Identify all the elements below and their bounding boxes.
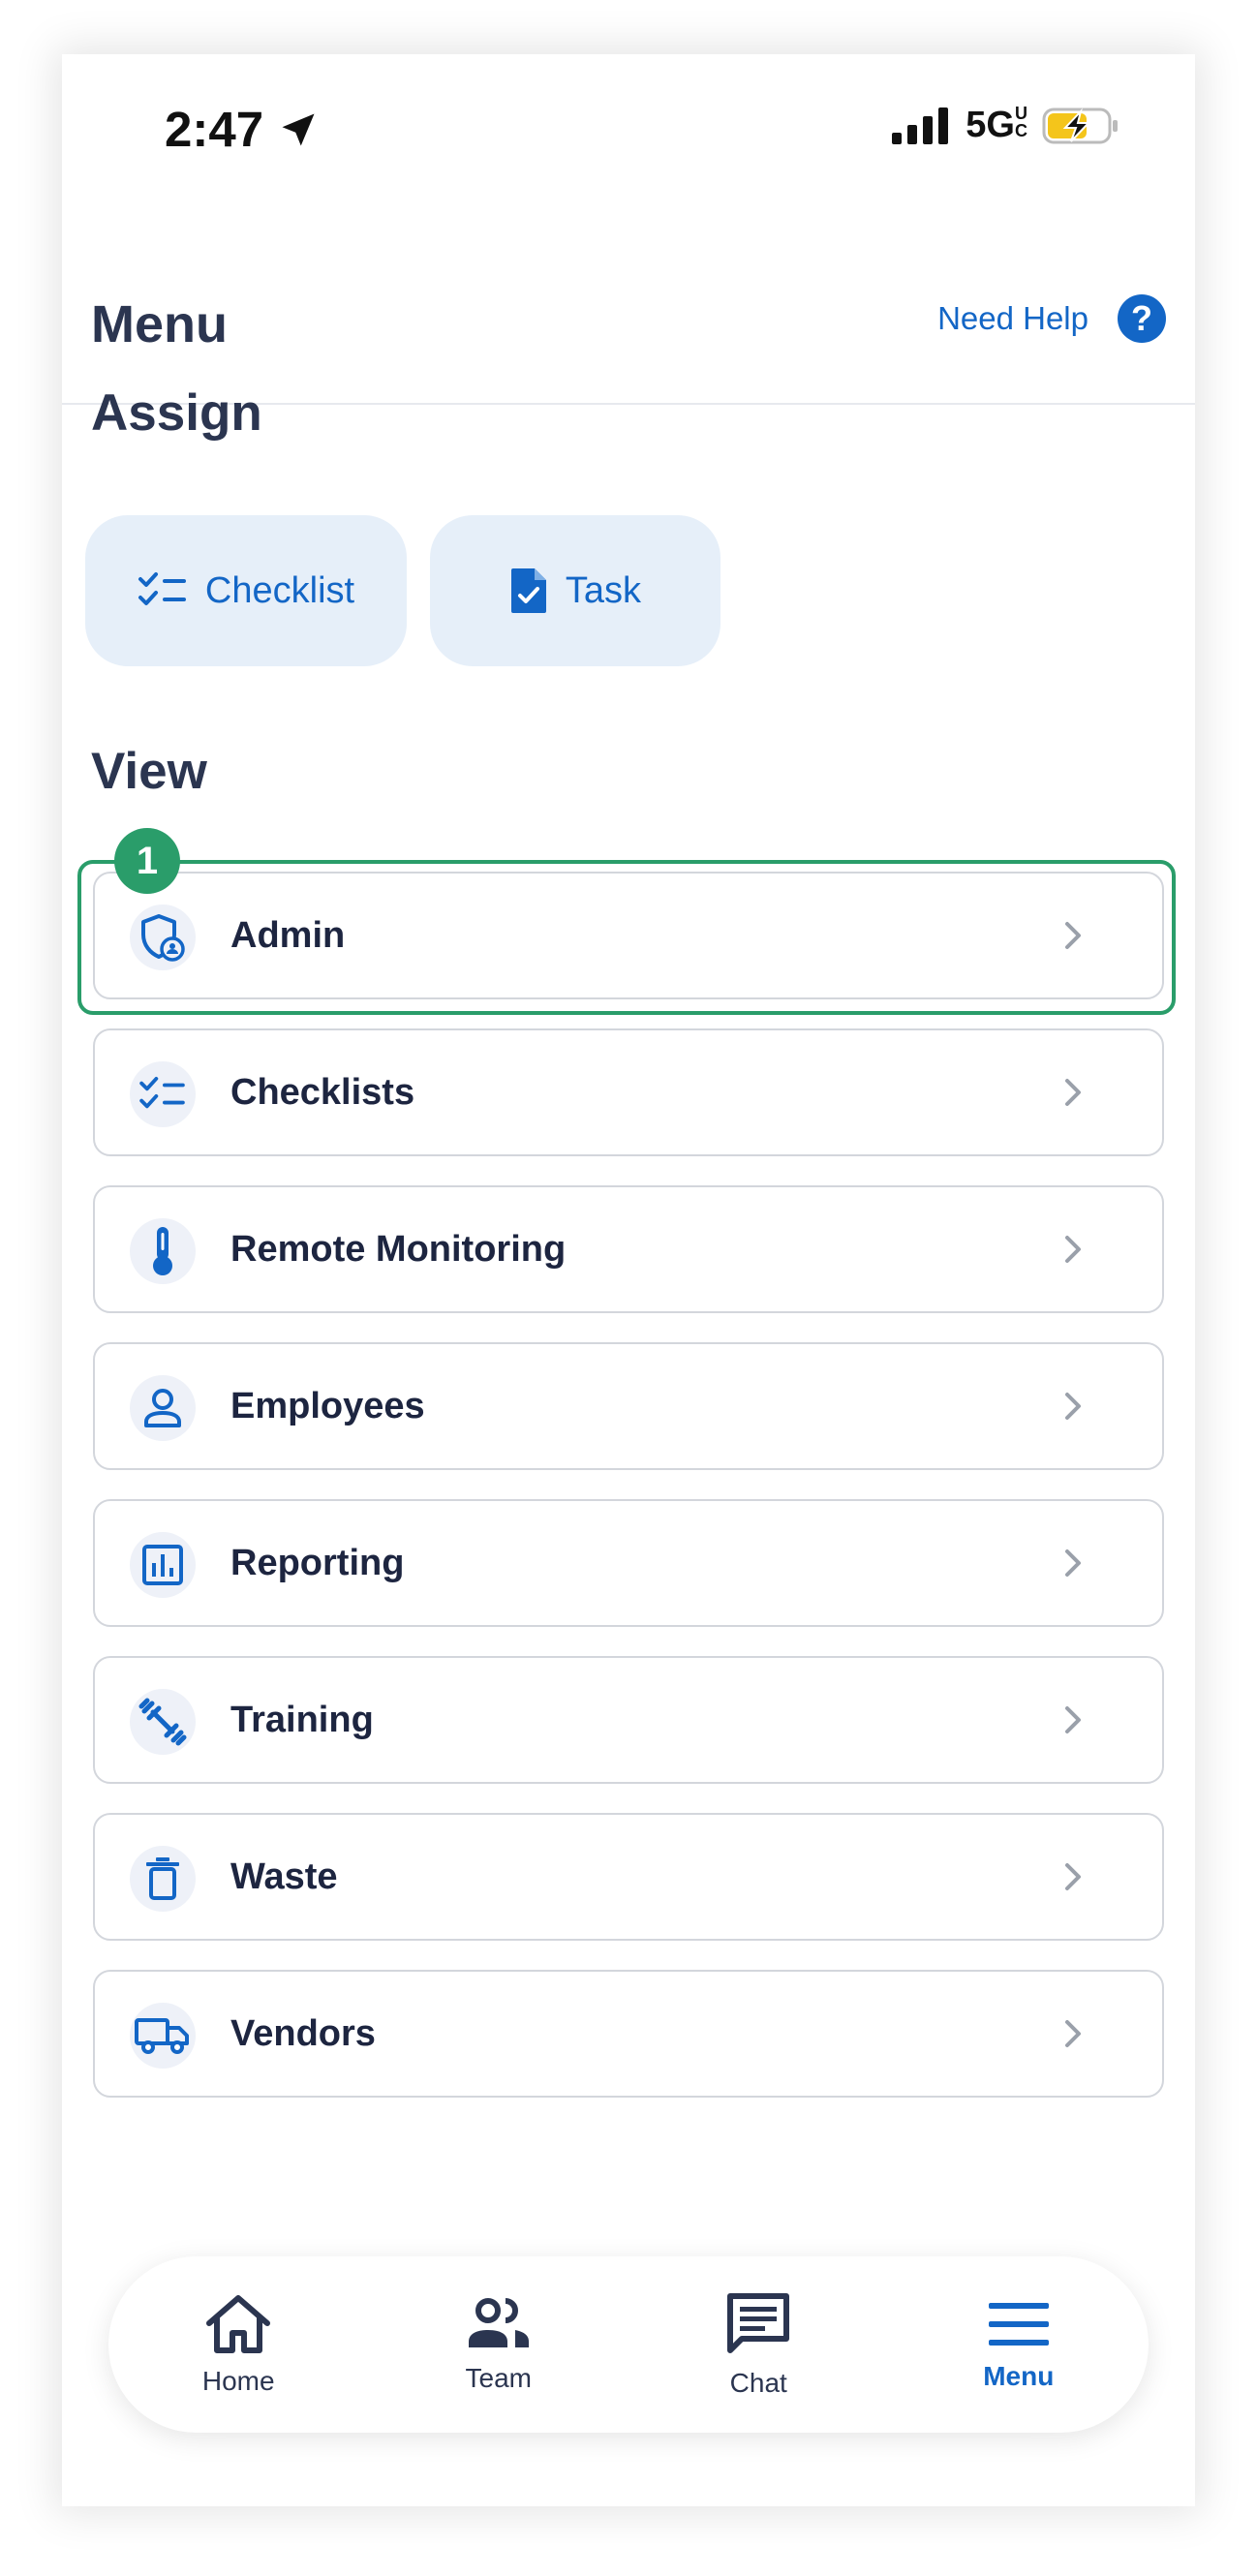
assign-task-label: Task: [565, 569, 642, 611]
tab-menu-label: Menu: [983, 2361, 1055, 2391]
view-item-waste[interactable]: Waste: [93, 1813, 1164, 1941]
view-item-reporting[interactable]: Reporting: [93, 1499, 1164, 1627]
hamburger-icon: [988, 2303, 1049, 2346]
chevron-right-icon: [1065, 1236, 1081, 1263]
phone-screen: 2:47 5GUC Menu Need Help ? Assign Checkl…: [62, 54, 1195, 2506]
view-item-label: Checklists: [230, 1072, 415, 1113]
network-label: 5GUC: [966, 104, 1027, 145]
view-item-admin[interactable]: Admin: [93, 872, 1164, 999]
help-icon: ?: [1118, 294, 1166, 343]
battery-charging-icon: [1042, 107, 1118, 143]
truck-icon: [135, 2018, 189, 2054]
bar-chart-icon: [142, 1545, 183, 1585]
tab-home[interactable]: Home: [141, 2292, 335, 2397]
chevron-right-icon: [1065, 2020, 1081, 2047]
assign-buttons: Checklist Task: [85, 515, 720, 666]
status-indicators: 5GUC: [892, 105, 1119, 146]
tab-team[interactable]: Team: [402, 2295, 596, 2394]
app-header: Menu Need Help ?: [62, 238, 1195, 405]
task-document-icon: [510, 568, 546, 613]
home-icon: [206, 2295, 271, 2353]
assign-checklist-button[interactable]: Checklist: [85, 515, 407, 666]
chevron-right-icon: [1065, 1393, 1081, 1420]
shield-user-icon: [141, 914, 185, 962]
chevron-right-icon: [1065, 1863, 1081, 1890]
chevron-right-icon: [1065, 1079, 1081, 1106]
checklist-icon: [138, 572, 186, 605]
tab-chat-label: Chat: [729, 2368, 787, 2398]
view-item-vendors[interactable]: Vendors: [93, 1970, 1164, 2098]
view-item-employees[interactable]: Employees: [93, 1342, 1164, 1470]
checklist-icon: [139, 1076, 185, 1109]
team-icon: [468, 2298, 529, 2347]
thermometer-icon: [153, 1227, 172, 1275]
page-title: Menu: [91, 295, 228, 353]
chevron-right-icon: [1065, 1549, 1081, 1577]
tab-home-label: Home: [201, 2366, 275, 2396]
view-item-training[interactable]: Training: [93, 1656, 1164, 1784]
view-list: Admin Checklists Remote Monitoring Emplo…: [93, 872, 1164, 2127]
assign-task-button[interactable]: Task: [430, 515, 720, 666]
signal-icon: [892, 107, 949, 144]
trash-icon: [146, 1857, 179, 1900]
location-arrow-icon: [282, 113, 315, 145]
assign-checklist-label: Checklist: [204, 569, 355, 611]
person-icon: [144, 1389, 181, 1427]
bottom-tab-bar: Home Team Chat Menu: [108, 2256, 1149, 2433]
view-item-label: Training: [230, 1700, 374, 1740]
status-time: 2:47: [165, 101, 320, 158]
view-item-label: Vendors: [230, 2013, 376, 2054]
dumbbell-icon: [138, 1698, 187, 1746]
view-item-label: Waste: [230, 1856, 338, 1897]
view-item-label: Remote Monitoring: [230, 1229, 567, 1270]
step-number-badge: 1: [114, 828, 180, 894]
tab-team-label: Team: [465, 2363, 532, 2393]
tab-menu[interactable]: Menu: [922, 2297, 1116, 2392]
chevron-right-icon: [1065, 922, 1081, 949]
need-help-label: Need Help: [937, 300, 1088, 336]
tab-chat[interactable]: Chat: [661, 2290, 855, 2399]
view-item-label: Reporting: [230, 1543, 405, 1583]
assign-section-title: Assign: [91, 384, 262, 442]
chevron-right-icon: [1065, 1706, 1081, 1733]
view-item-checklists[interactable]: Checklists: [93, 1028, 1164, 1156]
need-help-button[interactable]: Need Help ?: [937, 294, 1166, 343]
chat-icon: [727, 2293, 790, 2353]
view-item-remote-monitoring[interactable]: Remote Monitoring: [93, 1185, 1164, 1313]
view-item-label: Employees: [230, 1386, 425, 1426]
view-section-title: View: [91, 743, 207, 800]
view-item-label: Admin: [230, 915, 346, 956]
